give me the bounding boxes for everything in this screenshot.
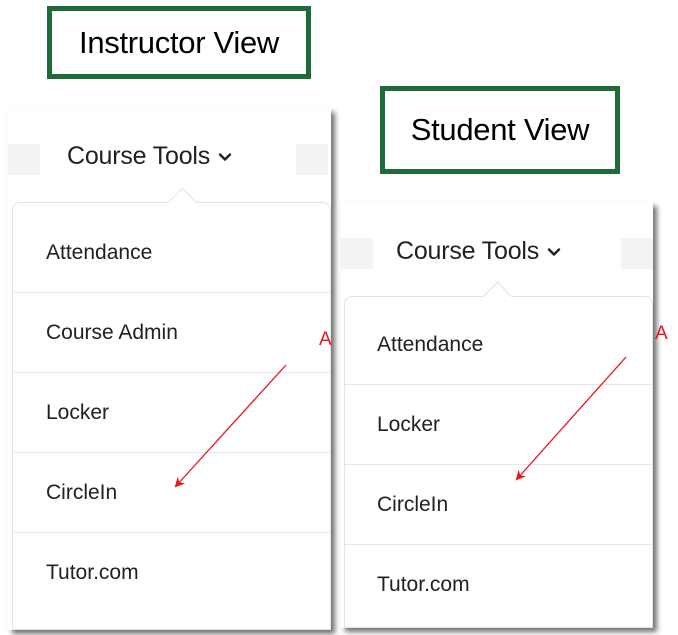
menu-item-circlein[interactable]: CircleIn — [345, 465, 652, 545]
chevron-down-icon — [218, 152, 232, 161]
course-tools-label: Course Tools — [396, 237, 540, 265]
menu-item-locker[interactable]: Locker — [13, 373, 330, 453]
menu-item-circlein[interactable]: CircleIn — [13, 453, 330, 533]
navbar-tab-placeholder — [8, 144, 40, 175]
student-view-label: Student View — [380, 86, 620, 174]
course-tools-dropdown-button[interactable]: Course Tools — [67, 142, 232, 171]
course-tools-menu: Attendance Course Admin Locker CircleIn … — [12, 187, 331, 630]
navbar-tab-placeholder — [341, 238, 373, 269]
course-tools-dropdown-button[interactable]: Course Tools — [396, 237, 561, 266]
menu-item-locker[interactable]: Locker — [345, 385, 652, 465]
navbar: Course Tools — [8, 108, 331, 208]
chevron-down-icon — [547, 247, 561, 256]
instructor-course-tools-panel: Course Tools Attendance Course Admin Loc… — [8, 108, 331, 630]
navbar-tab-placeholder — [296, 144, 328, 175]
menu-item-tutor-com[interactable]: Tutor.com — [13, 533, 330, 613]
course-tools-menu: Attendance Locker CircleIn Tutor.com — [344, 281, 653, 628]
course-tools-label: Course Tools — [67, 142, 211, 170]
instructor-view-label: Instructor View — [47, 6, 311, 79]
menu-item-tutor-com[interactable]: Tutor.com — [345, 545, 652, 625]
navbar-tab-placeholder — [621, 238, 653, 269]
menu-item-attendance[interactable]: Attendance — [345, 305, 652, 385]
menu-item-attendance[interactable]: Attendance — [13, 213, 330, 293]
annotation-letter-a: A — [655, 323, 668, 344]
student-course-tools-panel: Course Tools Attendance Locker CircleIn … — [341, 202, 653, 628]
annotation-letter-a: A — [319, 329, 332, 350]
menu-item-course-admin[interactable]: Course Admin — [13, 293, 330, 373]
